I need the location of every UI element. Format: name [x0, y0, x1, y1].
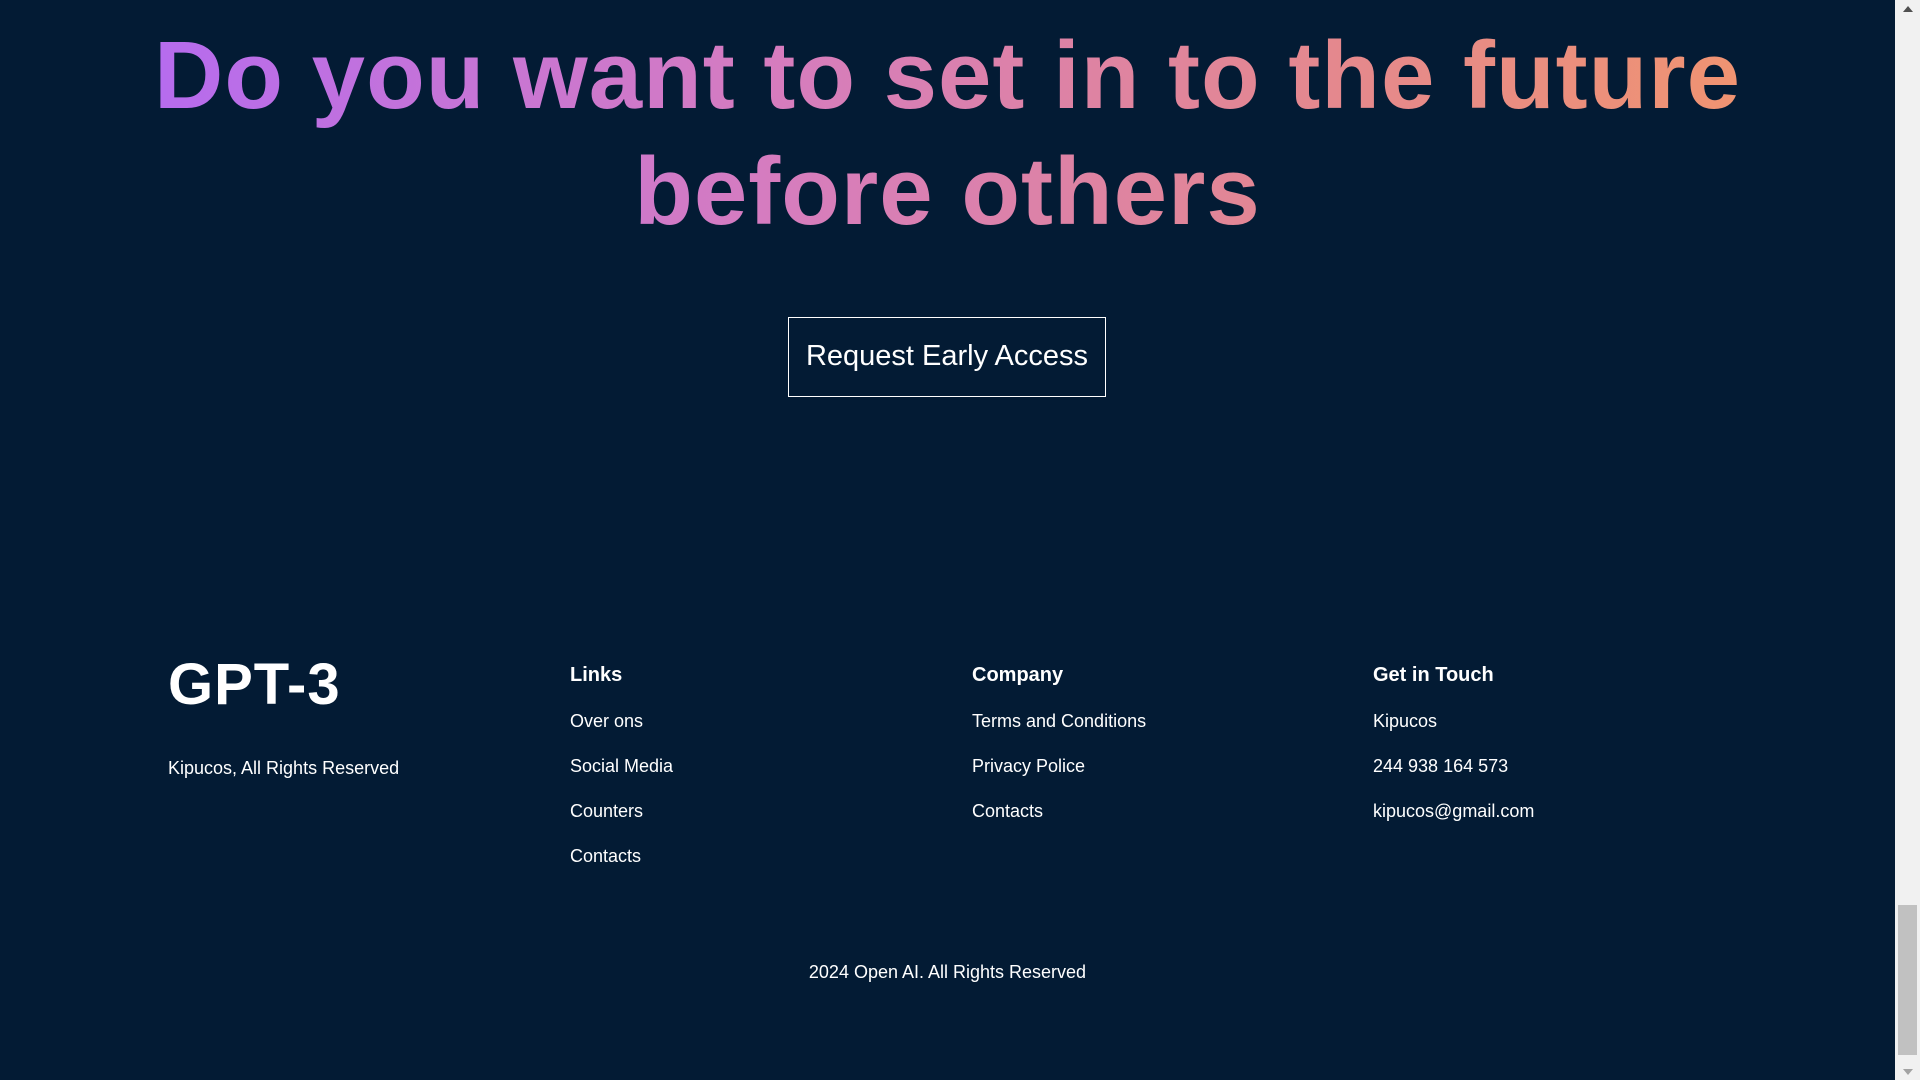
page: Do you want to set in to the future befo… [0, 0, 1920, 1080]
contact-title: Get in Touch [1373, 664, 1494, 686]
link-counters[interactable]: Counters [570, 801, 673, 821]
contact-phone: 244 938 164 573 [1373, 756, 1509, 776]
link-over-ons[interactable]: Over ons [570, 711, 673, 731]
contact-email: kipucos@gmail.com [1373, 801, 1535, 821]
footer-links-column: Links Over ons Social Media Counters Con… [570, 650, 673, 891]
scroll-up-arrow-icon[interactable] [1895, 0, 1920, 17]
footer-copyright: 2024 Open AI. All Rights Reserved [808, 962, 1087, 982]
cta-heading: Do you want to set in to the future befo… [0, 18, 1895, 250]
footer-company-column: Company Terms and Conditions Privacy Pol… [972, 650, 1146, 846]
link-social-media[interactable]: Social Media [570, 756, 673, 776]
link-contacts[interactable]: Contacts [570, 846, 673, 866]
contact-name: Kipucos [1373, 711, 1438, 731]
links-title: Links [570, 664, 623, 686]
company-title: Company [972, 664, 1064, 686]
logo[interactable]: GPT-3 [168, 650, 399, 720]
link-privacy-police[interactable]: Privacy Police [972, 756, 1146, 776]
contact-list: Kipucos 244 938 164 573 kipucos@gmail.co… [1373, 711, 1534, 821]
vertical-scrollbar[interactable] [1895, 0, 1920, 1080]
footer-brand: GPT-3 Kipucos, All Rights Reserved [168, 650, 399, 778]
link-company-contacts[interactable]: Contacts [972, 801, 1146, 821]
link-terms-and-conditions[interactable]: Terms and Conditions [972, 711, 1146, 731]
scrollbar-thumb[interactable] [1898, 905, 1917, 1055]
footer-contact-column: Get in Touch Kipucos 244 938 164 573 kip… [1373, 650, 1534, 846]
links-list: Over ons Social Media Counters Contacts [570, 711, 673, 866]
brand-copyright: Kipucos, All Rights Reserved [168, 758, 400, 778]
company-list: Terms and Conditions Privacy Police Cont… [972, 711, 1146, 821]
scroll-down-arrow-icon[interactable] [1895, 1063, 1920, 1080]
request-early-access-button[interactable]: Request Early Access [788, 317, 1106, 397]
